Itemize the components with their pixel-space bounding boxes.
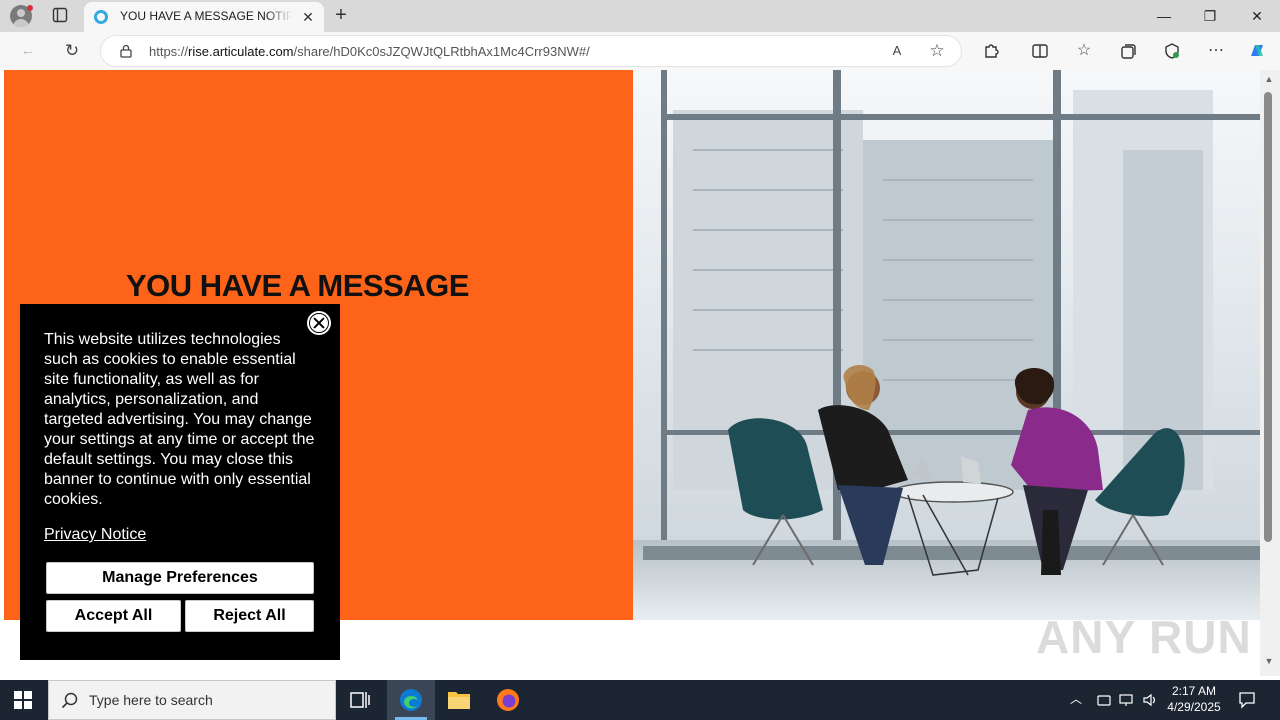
url-path: /share/hD0Kc0sJZQWJtQLRtbhAx1Mc4Crr93NW#… [293, 44, 590, 59]
meet-now-icon[interactable] [1096, 692, 1112, 708]
back-arrow-icon[interactable]: ← [18, 41, 38, 61]
accept-all-button[interactable]: Accept All [46, 600, 181, 632]
taskbar-search-box[interactable]: Type here to search [48, 680, 336, 720]
windows-start-icon[interactable] [14, 691, 32, 709]
file-explorer-icon[interactable] [435, 680, 483, 720]
privacy-notice-link[interactable]: Privacy Notice [44, 526, 146, 544]
task-view-icon[interactable] [336, 680, 384, 720]
close-window-button[interactable]: ✕ [1234, 0, 1280, 32]
edge-icon [400, 689, 422, 711]
scrollbar-thumb[interactable] [1264, 92, 1272, 542]
copilot-icon[interactable] [1247, 41, 1267, 61]
heading-line-1: YOU HAVE A MESSAGE [126, 268, 469, 303]
browser-toolbar: ← ↻ https://rise.articulate.com/share/hD… [0, 32, 1280, 70]
url-prefix: https:// [149, 44, 189, 59]
favorites-icon[interactable]: ☆ [1074, 41, 1094, 61]
notification-dot [27, 5, 33, 11]
site-favicon-icon [94, 10, 108, 24]
url-text[interactable]: https://rise.articulate.com/share/hD0Kc0… [149, 44, 590, 59]
refresh-icon[interactable]: ↻ [62, 41, 82, 61]
address-bar[interactable]: https://rise.articulate.com/share/hD0Kc0… [100, 35, 962, 67]
firefox-icon[interactable] [484, 680, 532, 720]
clock-date: 4/29/2025 [1167, 700, 1221, 714]
notification-center-icon[interactable] [1238, 691, 1256, 709]
favorite-star-icon[interactable]: ☆ [927, 41, 947, 61]
active-tab[interactable]: YOU HAVE A MESSAGE NOTIFICATION ✕ [84, 2, 324, 32]
manage-preferences-button[interactable]: Manage Preferences [46, 562, 314, 594]
extensions-icon[interactable] [981, 41, 1001, 61]
search-placeholder: Type here to search [89, 692, 213, 708]
cookie-banner: This website utilizes technologies such … [20, 304, 340, 660]
search-icon [61, 692, 78, 709]
lock-icon[interactable] [119, 44, 133, 58]
tab-strip: YOU HAVE A MESSAGE NOTIFICATION ✕ + — ❐ … [0, 0, 1280, 32]
windows-taskbar: Type here to search ︿ 2:17 AM 4/29/2025 [0, 680, 1280, 720]
browser-essentials-icon[interactable] [1162, 41, 1182, 61]
clock-time: 2:17 AM [1171, 684, 1217, 698]
scroll-up-icon[interactable]: ▲ [1263, 74, 1275, 84]
url-domain: rise.articulate.com [188, 44, 294, 59]
scroll-down-icon[interactable]: ▼ [1263, 656, 1275, 666]
tab-title: YOU HAVE A MESSAGE NOTIFICATION [120, 9, 292, 23]
split-screen-icon[interactable] [1030, 41, 1050, 61]
tab-close-icon[interactable]: ✕ [300, 9, 316, 25]
more-menu-icon[interactable]: ⋯ [1206, 41, 1226, 61]
read-aloud-icon[interactable]: A [887, 41, 907, 61]
office-meeting-photo [633, 70, 1260, 620]
network-icon[interactable] [1118, 692, 1134, 708]
new-tab-icon[interactable]: + [332, 5, 350, 25]
tab-actions-icon[interactable] [52, 7, 68, 23]
collections-icon[interactable] [1118, 41, 1138, 61]
tray-clock[interactable]: 2:17 AM 4/29/2025 [1156, 683, 1232, 715]
watermark: ANY RUN [1036, 611, 1252, 663]
edge-taskbar-button[interactable] [387, 680, 435, 720]
reject-all-button[interactable]: Reject All [185, 600, 314, 632]
tray-overflow-icon[interactable]: ︿ [1070, 690, 1086, 707]
minimize-button[interactable]: — [1141, 0, 1187, 32]
cookie-text: This website utilizes technologies such … [44, 331, 315, 508]
restore-button[interactable]: ❐ [1187, 0, 1233, 32]
